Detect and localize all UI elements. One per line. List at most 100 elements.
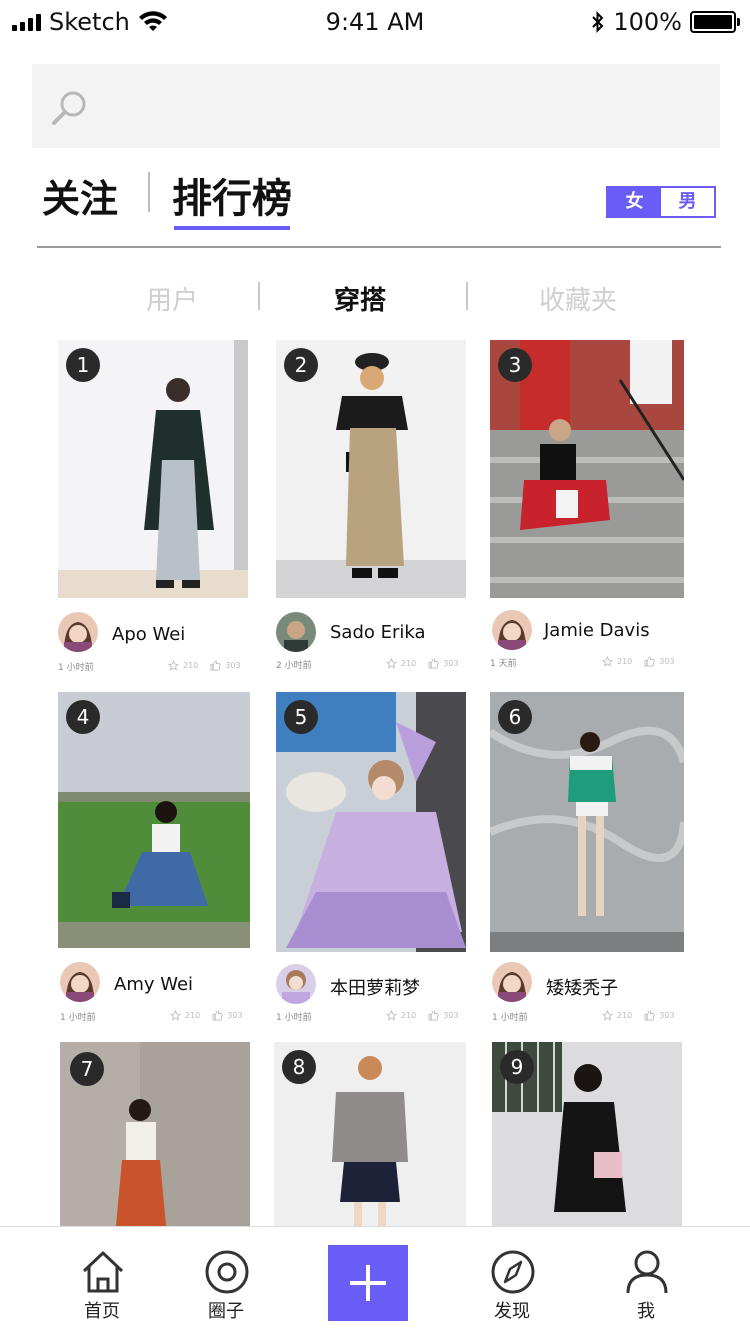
subtab-favorites[interactable]: 收藏夹: [478, 280, 678, 317]
thumbs-up-icon[interactable]: [428, 1010, 439, 1021]
outfit-card[interactable]: 5 本田萝莉梦 1 小时前 210 303: [276, 692, 466, 1032]
header-divider: [37, 246, 721, 248]
outfit-card[interactable]: 1 Apo Wei 1 小时前 210 303: [58, 340, 248, 680]
tab-ranking[interactable]: 排行榜: [172, 166, 292, 224]
post-time: 1 天前: [490, 659, 517, 669]
rank-badge: 1: [66, 348, 100, 382]
post-time: 1 小时前: [58, 663, 94, 673]
outfit-photo[interactable]: 8: [274, 1042, 466, 1226]
star-icon[interactable]: [170, 1010, 181, 1021]
like-count: 303: [443, 1011, 459, 1020]
search-icon: [52, 91, 86, 125]
gender-male-option[interactable]: 男: [661, 188, 714, 216]
avatar[interactable]: [276, 964, 316, 1004]
outfit-photo[interactable]: 1: [58, 340, 248, 598]
like-count: 303: [659, 657, 675, 666]
subtab-outfits[interactable]: 穿搭: [260, 280, 460, 317]
outfit-card[interactable]: 4 Amy Wei 1 小时前 210 303: [58, 692, 250, 1032]
avatar[interactable]: [60, 962, 100, 1002]
tab-follow[interactable]: 关注: [42, 168, 118, 223]
outfit-photo[interactable]: 3: [490, 340, 684, 598]
star-count: 210: [183, 661, 199, 670]
avatar[interactable]: [276, 612, 316, 652]
username[interactable]: Sado Erika: [330, 622, 426, 643]
rank-badge: 2: [284, 348, 318, 382]
rank-badge: 7: [70, 1052, 104, 1086]
nav-home-label: 首页: [84, 1301, 120, 1322]
outfit-photo[interactable]: 2: [276, 340, 466, 598]
outfit-photo[interactable]: 5: [276, 692, 466, 952]
thumbs-up-icon[interactable]: [212, 1010, 223, 1021]
search-bar[interactable]: [32, 64, 720, 148]
avatar[interactable]: [492, 962, 532, 1002]
nav-discover-label: 发现: [494, 1301, 530, 1322]
star-count: 210: [401, 659, 417, 668]
active-tab-indicator: [174, 226, 290, 230]
post-time: 1 小时前: [60, 1013, 96, 1023]
circle-target-icon: [205, 1250, 249, 1294]
rank-badge: 8: [282, 1050, 316, 1084]
outfit-photo[interactable]: 6: [490, 692, 684, 952]
avatar[interactable]: [58, 612, 98, 652]
nav-circles-label: 圈子: [208, 1301, 244, 1322]
post-time: 1 小时前: [492, 1013, 528, 1023]
tab-divider: [148, 172, 150, 212]
search-input[interactable]: [102, 84, 706, 130]
outfit-card[interactable]: 6 矮矮秃子 1 小时前 210 303: [490, 692, 684, 1032]
bottom-nav: 首页 圈子 发现 我: [0, 1226, 750, 1334]
star-icon[interactable]: [602, 1010, 613, 1021]
compass-icon: [491, 1250, 535, 1294]
star-icon[interactable]: [386, 1010, 397, 1021]
username[interactable]: Apo Wei: [112, 624, 185, 645]
nav-discover[interactable]: 发现: [462, 1227, 562, 1335]
outfit-card[interactable]: 8: [274, 1042, 466, 1226]
username[interactable]: 矮矮秃子: [546, 974, 618, 1000]
star-icon[interactable]: [386, 658, 397, 669]
avatar[interactable]: [492, 610, 532, 650]
thumbs-up-icon[interactable]: [428, 658, 439, 669]
battery-icon: [690, 11, 740, 33]
like-count: 303: [659, 1011, 675, 1020]
star-icon[interactable]: [602, 656, 613, 667]
battery-fill: [694, 15, 732, 29]
thumbs-up-icon[interactable]: [644, 656, 655, 667]
outfit-photo[interactable]: 7: [60, 1042, 250, 1226]
outfit-card[interactable]: 7: [60, 1042, 250, 1226]
outfit-card[interactable]: 9: [492, 1042, 682, 1226]
outfit-card[interactable]: 3 Jamie Davis 1 天前 210 303: [490, 340, 684, 680]
gender-female-option[interactable]: 女: [608, 188, 661, 216]
outfit-photo[interactable]: 4: [58, 692, 250, 948]
nav-home[interactable]: 首页: [52, 1227, 152, 1335]
username[interactable]: 本田萝莉梦: [330, 974, 420, 1000]
add-post-button[interactable]: [328, 1245, 408, 1321]
rank-badge: 6: [498, 700, 532, 734]
sub-tabs: 用户 穿搭 收藏夹: [0, 280, 750, 317]
star-count: 210: [401, 1011, 417, 1020]
username[interactable]: Amy Wei: [114, 974, 193, 995]
nav-me[interactable]: 我: [596, 1227, 696, 1335]
thumbs-up-icon[interactable]: [644, 1010, 655, 1021]
like-count: 303: [227, 1011, 243, 1020]
rank-badge: 5: [284, 700, 318, 734]
like-count: 303: [443, 659, 459, 668]
rank-badge: 4: [66, 700, 100, 734]
rank-badge: 3: [498, 348, 532, 382]
gender-toggle[interactable]: 女 男: [606, 186, 716, 218]
outfit-photo[interactable]: 9: [492, 1042, 682, 1226]
like-count: 303: [225, 661, 241, 670]
nav-circles[interactable]: 圈子: [176, 1227, 276, 1335]
status-bar: Sketch 9:41 AM 100%: [0, 0, 750, 44]
subtab-divider: [466, 282, 468, 310]
username[interactable]: Jamie Davis: [544, 620, 650, 641]
star-count: 210: [617, 1011, 633, 1020]
subtab-users[interactable]: 用户: [72, 280, 272, 317]
home-icon: [82, 1251, 124, 1293]
star-count: 210: [617, 657, 633, 666]
bluetooth-icon: [592, 11, 604, 33]
thumbs-up-icon[interactable]: [210, 660, 221, 671]
star-icon[interactable]: [168, 660, 179, 671]
main-tabs: 关注 排行榜 女 男: [42, 166, 722, 246]
post-time: 2 小时前: [276, 661, 312, 671]
user-icon: [626, 1250, 668, 1294]
outfit-card[interactable]: 2 Sado Erika 2 小时前 210 303: [276, 340, 466, 680]
